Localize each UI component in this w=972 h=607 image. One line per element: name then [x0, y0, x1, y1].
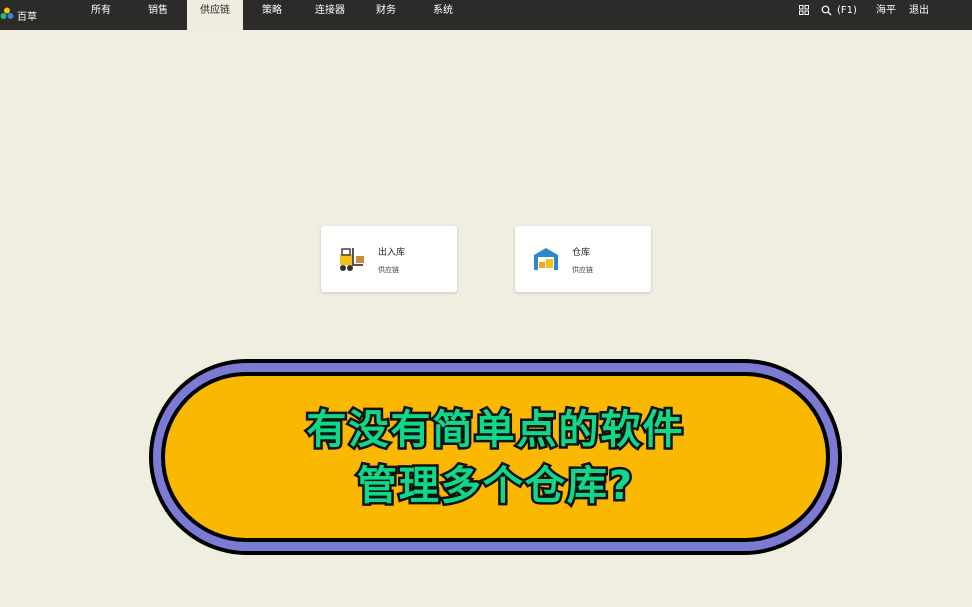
apps-grid-icon[interactable] [799, 5, 809, 15]
caption-line-1: 有没有简单点的软件 [304, 405, 685, 456]
brand-name[interactable]: 百草 [17, 8, 37, 23]
card-title: 出入库 [378, 248, 406, 258]
nav-supply-chain[interactable]: 供应链 [187, 0, 243, 30]
nav-sales[interactable]: 销售 [143, 0, 173, 30]
nav-system[interactable]: 系统 [428, 0, 458, 30]
overlay-caption-banner: 有没有简单点的软件 管理多个仓库? [149, 359, 842, 555]
user-name[interactable]: 海平 [876, 0, 896, 30]
card-title: 仓库 [572, 248, 591, 258]
search-shortcut-hint[interactable]: (F1) [837, 0, 857, 30]
nav-finance[interactable]: 财务 [371, 0, 401, 30]
app-card-stock-moves[interactable]: 出入库 供应链 [321, 226, 457, 292]
warehouse-icon [534, 248, 558, 270]
nav-all[interactable]: 所有 [86, 0, 116, 30]
card-subtitle: 供应链 [378, 266, 399, 274]
nav-strategy[interactable]: 策略 [257, 0, 287, 30]
card-subtitle: 供应链 [572, 266, 593, 274]
nav-connectors[interactable]: 连接器 [310, 0, 350, 30]
forklift-icon [340, 248, 364, 271]
logout-link[interactable]: 退出 [909, 0, 929, 30]
search-icon[interactable] [821, 5, 832, 16]
app-card-warehouse[interactable]: 仓库 供应链 [515, 226, 651, 292]
caption-line-2: 管理多个仓库? [354, 461, 635, 512]
top-navigation-bar: 百草 所有 销售 供应链 策略 连接器 财务 系统 (F1) 海平 退出 [0, 0, 972, 30]
app-logo-icon [0, 7, 14, 19]
